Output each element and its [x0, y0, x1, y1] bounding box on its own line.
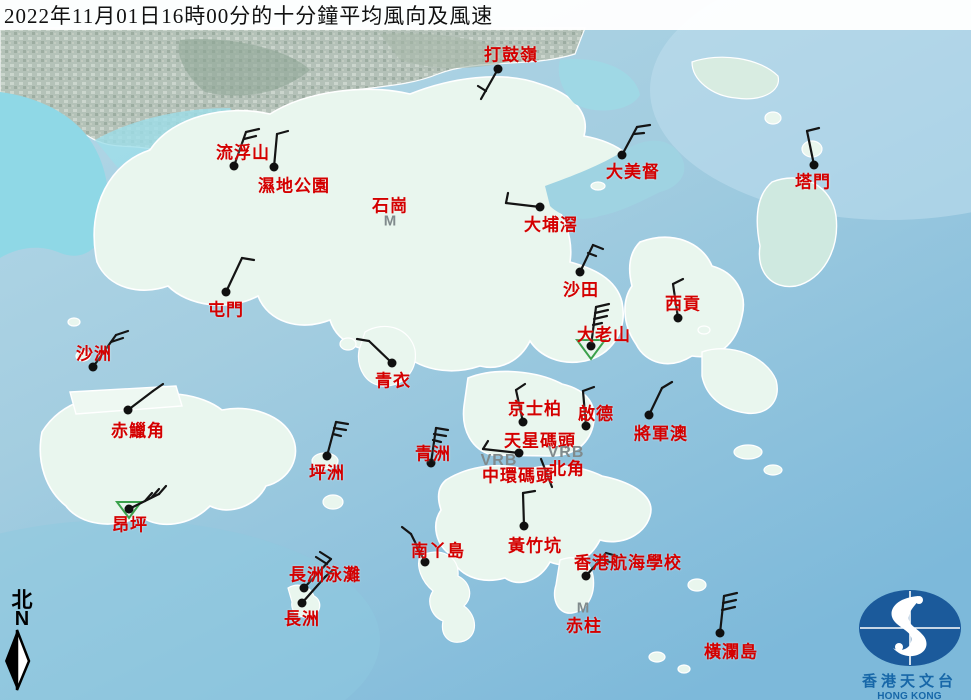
station-label-sha-chau: 沙洲: [76, 340, 112, 365]
wind-barb-segment: [523, 493, 524, 526]
wind-map-app: 2022年11月01日16時00分的十分鐘平均風向及風速 打鼓嶺流浮山濕地公園石…: [0, 0, 971, 700]
station-label-green-island: 青洲: [415, 440, 451, 465]
station-label-tai-mei-tuk: 大美督: [606, 158, 660, 183]
station-dot: [520, 522, 529, 531]
station-dot: [124, 406, 133, 415]
station-dot: [716, 629, 725, 638]
hko-name-english: HONG KONG OBSERVATORY: [848, 691, 971, 700]
station-label-lamma-island: 南丫島: [411, 537, 465, 562]
station-label-wong-chuk-hang: 黃竹坑: [508, 532, 562, 557]
station-label-tai-po-kau: 大埔滘: [524, 211, 578, 236]
station-label-wetland-park: 濕地公園: [258, 172, 330, 197]
station-label-cheung-chau: 長洲: [284, 605, 320, 630]
north-label-letter: N: [2, 610, 42, 628]
hko-name-chinese: 香港天文台: [848, 670, 971, 691]
map-title: 2022年11月01日16時00分的十分鐘平均風向及風速: [0, 0, 493, 30]
hong-kong-map: [0, 0, 971, 700]
station-marker-north-point: VRB: [548, 444, 585, 462]
station-label-sai-kung: 西貢: [665, 290, 701, 315]
station-label-kings-park: 京士柏: [508, 395, 562, 420]
north-label-chinese: 北: [2, 590, 42, 610]
hko-logo-icon: [855, 588, 965, 668]
station-label-tap-mun: 塔門: [795, 168, 831, 193]
station-label-peng-chau: 坪洲: [309, 459, 345, 484]
station-label-sha-tin: 沙田: [563, 276, 599, 301]
station-label-tseung-kwan-o: 將軍澳: [634, 420, 688, 445]
station-marker-stanley: M: [577, 600, 590, 617]
station-label-ta-kwu-ling: 打鼓嶺: [484, 41, 538, 66]
station-dot: [645, 411, 654, 420]
station-dot: [270, 163, 279, 172]
station-label-chek-lap-kok: 赤鱲角: [111, 417, 165, 442]
station-dot: [674, 314, 683, 323]
station-label-tsing-yi: 青衣: [375, 367, 411, 392]
station-dot: [494, 65, 503, 74]
station-marker-shek-kong: M: [384, 213, 397, 230]
station-label-waglan-island: 橫瀾島: [704, 638, 758, 663]
north-indicator: 北 N: [2, 590, 42, 697]
station-label-kai-tak: 啟德: [578, 400, 614, 425]
station-label-cheung-chau-beach: 長洲泳灘: [289, 561, 361, 586]
station-marker-central-pier: VRB: [481, 452, 518, 470]
hko-logo: 香港天文台 HONG KONG OBSERVATORY: [848, 588, 971, 700]
station-label-ngong-ping: 昂坪: [112, 511, 148, 536]
north-arrow-icon: [2, 628, 42, 692]
station-label-hk-sea-school: 香港航海學校: [574, 549, 682, 574]
station-label-lau-fau-shan: 流浮山: [216, 139, 270, 164]
station-label-tates-cairn: 大老山: [577, 321, 631, 346]
title-bar: 2022年11月01日16時00分的十分鐘平均風向及風速: [0, 0, 971, 30]
wind-barb-segment: [634, 133, 644, 134]
station-label-tuen-mun: 屯門: [208, 296, 244, 321]
